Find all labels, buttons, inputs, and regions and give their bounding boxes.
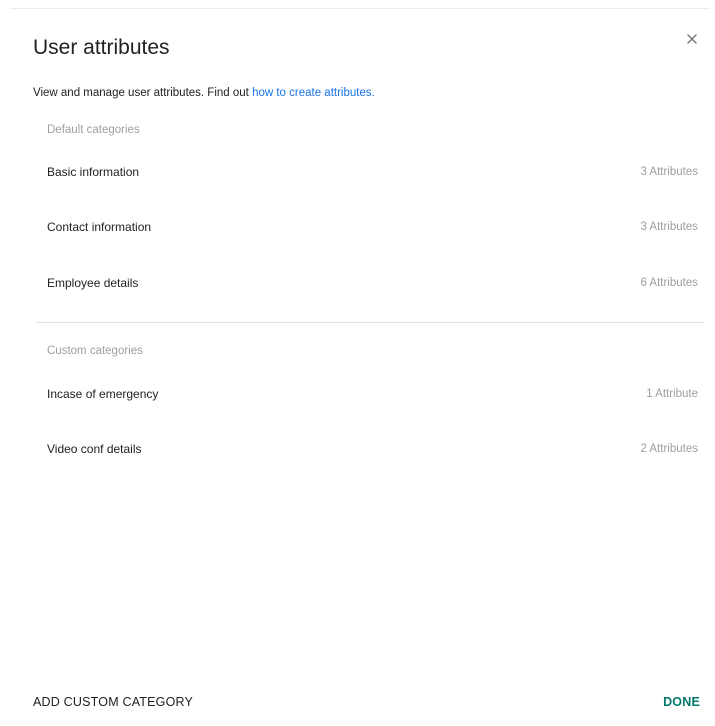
attribute-count: 3 Attributes	[640, 221, 698, 233]
category-row-video-conf-details[interactable]: Video conf details 2 Attributes	[47, 434, 698, 464]
create-attributes-link[interactable]: how to create attributes.	[252, 87, 375, 99]
category-label: Basic information	[47, 165, 140, 179]
attribute-count: 6 Attributes	[640, 277, 698, 289]
section-divider	[36, 322, 704, 323]
default-categories-label: Default categories	[47, 124, 140, 136]
category-row-incase-of-emergency[interactable]: Incase of emergency 1 Attribute	[47, 379, 698, 409]
description-text: View and manage user attributes. Find ou…	[33, 87, 253, 99]
user-attributes-dialog: User attributes View and manage user att…	[10, 8, 710, 724]
custom-categories-label: Custom categories	[47, 345, 143, 357]
category-row-contact-information[interactable]: Contact information 3 Attributes	[47, 212, 698, 242]
attribute-count: 2 Attributes	[640, 443, 698, 455]
category-label: Video conf details	[47, 442, 142, 456]
close-icon	[687, 34, 697, 44]
attribute-count: 1 Attribute	[646, 388, 698, 400]
dialog-description: View and manage user attributes. Find ou…	[33, 87, 375, 99]
add-custom-category-button[interactable]: ADD CUSTOM CATEGORY	[33, 691, 193, 713]
category-row-basic-information[interactable]: Basic information 3 Attributes	[47, 157, 698, 187]
attribute-count: 3 Attributes	[640, 166, 698, 178]
close-button[interactable]	[680, 27, 704, 51]
dialog-title: User attributes	[33, 36, 170, 59]
category-row-employee-details[interactable]: Employee details 6 Attributes	[47, 268, 698, 298]
done-button[interactable]: DONE	[663, 691, 700, 713]
category-label: Contact information	[47, 220, 152, 234]
category-label: Employee details	[47, 276, 139, 290]
category-label: Incase of emergency	[47, 387, 159, 401]
